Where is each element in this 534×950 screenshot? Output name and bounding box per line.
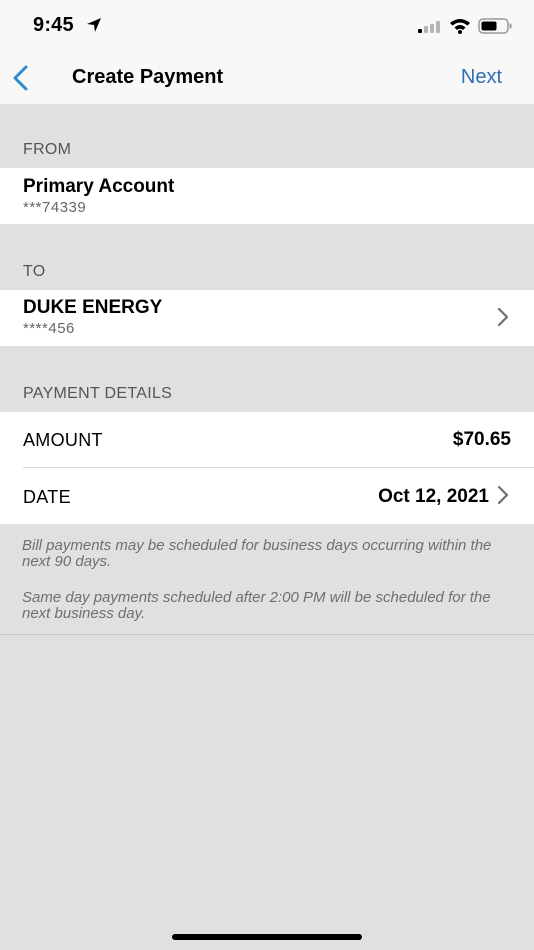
date-row[interactable]: DATE Oct 12, 2021	[0, 468, 534, 524]
chevron-right-icon	[497, 307, 509, 327]
to-section-header: TO	[23, 263, 46, 280]
payee-number: ****456	[23, 320, 75, 337]
page-title: Create Payment	[72, 66, 224, 88]
cellular-signal-icon	[418, 21, 440, 33]
chevron-right-icon	[497, 485, 509, 505]
battery-icon	[478, 18, 512, 34]
payee-name: DUKE ENERGY	[23, 297, 163, 318]
from-account-row[interactable]: Primary Account ***74339	[0, 168, 534, 224]
payment-details-header: PAYMENT DETAILS	[23, 385, 173, 402]
nav-bar: Create Payment Next	[0, 52, 534, 104]
next-button[interactable]: Next	[461, 66, 502, 89]
amount-row[interactable]: AMOUNT $70.65	[0, 412, 534, 468]
amount-value: $70.65	[452, 429, 511, 450]
scheduling-note: Bill payments may be scheduled for busin…	[22, 537, 492, 570]
wifi-icon	[450, 19, 470, 34]
from-section-header: FROM	[23, 141, 72, 158]
date-value: Oct 12, 2021	[378, 486, 489, 507]
status-time: 9:45	[33, 14, 74, 36]
date-label: DATE	[23, 487, 71, 507]
from-account-name: Primary Account	[23, 176, 175, 197]
cutoff-note: Same day payments scheduled after 2:00 P…	[22, 589, 491, 622]
payment-details-group: AMOUNT $70.65 DATE Oct 12, 2021	[0, 412, 534, 524]
amount-label: AMOUNT	[23, 430, 103, 450]
chevron-left-icon[interactable]	[12, 65, 30, 91]
payee-row[interactable]: DUKE ENERGY ****456	[0, 290, 534, 346]
status-bar: 9:45	[0, 0, 534, 52]
from-account-number: ***74339	[23, 199, 87, 216]
notes-divider	[0, 634, 534, 635]
location-arrow-icon	[87, 18, 101, 32]
home-indicator	[172, 934, 362, 940]
